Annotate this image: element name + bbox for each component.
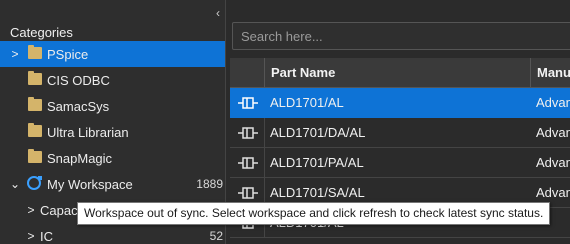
search-input[interactable] [233,23,570,49]
part-symbol-icon [238,187,258,199]
part-symbol-icon [238,157,258,169]
column-header-part-name[interactable]: Part Name [264,58,532,88]
tree-item-snapmagic[interactable]: SnapMagic [0,145,225,171]
search-box[interactable] [232,22,570,50]
tree-item-ultra-librarian[interactable]: Ultra Librarian [0,119,225,145]
manufacturer-cell: Advan [536,125,570,140]
table-header: Part Name Manu [230,58,570,88]
tree-item-label: IC [40,228,53,244]
folder-icon [28,45,42,59]
tree-item-pspice[interactable]: > PSpice [0,41,225,67]
chevron-right-icon[interactable]: > [10,47,20,61]
column-header-manufacturer[interactable]: Manu [530,58,570,88]
folder-icon [28,71,42,85]
sync-icon[interactable] [27,176,42,190]
folder-icon [28,97,42,111]
part-symbol-icon [238,97,258,109]
folder-icon [28,123,42,137]
tree-item-samacsys[interactable]: SamacSys [0,93,225,119]
table-row[interactable]: ALD1701/DA/AL Advan [230,118,570,148]
tree-item-ic[interactable]: > IC 52 [0,223,225,244]
manufacturer-cell: Advan [536,155,570,170]
item-count: 52 [209,229,223,243]
part-name-cell: ALD1701/PA/AL [270,155,364,170]
tree-item-label: My Workspace [47,176,133,192]
tree-item-label: SnapMagic [47,150,113,166]
tree-item-label: Capac [40,202,78,218]
collapse-panel-icon[interactable]: ‹ [212,6,224,20]
chevron-right-icon[interactable]: > [26,203,36,217]
table-row[interactable]: ALD1701/PA/AL Advan [230,148,570,178]
folder-icon [28,149,42,163]
tree-item-label: CIS ODBC [47,72,110,88]
part-symbol-icon [238,127,258,139]
tree-item-label: PSpice [47,46,89,62]
tree-item-my-workspace[interactable]: ⌄ My Workspace 1889 [0,171,225,197]
manufacturer-cell: Advan [536,95,570,110]
item-count: 1889 [196,177,223,191]
table-row[interactable]: ALD1701/AL Advan [230,88,570,118]
chevron-down-icon[interactable]: ⌄ [10,177,20,191]
chevron-right-icon[interactable]: > [26,229,36,243]
part-name-cell: ALD1701/DA/AL [270,125,366,140]
tree-item-label: Ultra Librarian [47,124,129,140]
categories-title: Categories [10,25,73,40]
tree-item-cis-odbc[interactable]: CIS ODBC [0,67,225,93]
sync-status-tooltip: Workspace out of sync. Select workspace … [77,202,551,225]
tree-item-label: SamacSys [47,98,110,114]
part-name-cell: ALD1701/AL [270,95,344,110]
